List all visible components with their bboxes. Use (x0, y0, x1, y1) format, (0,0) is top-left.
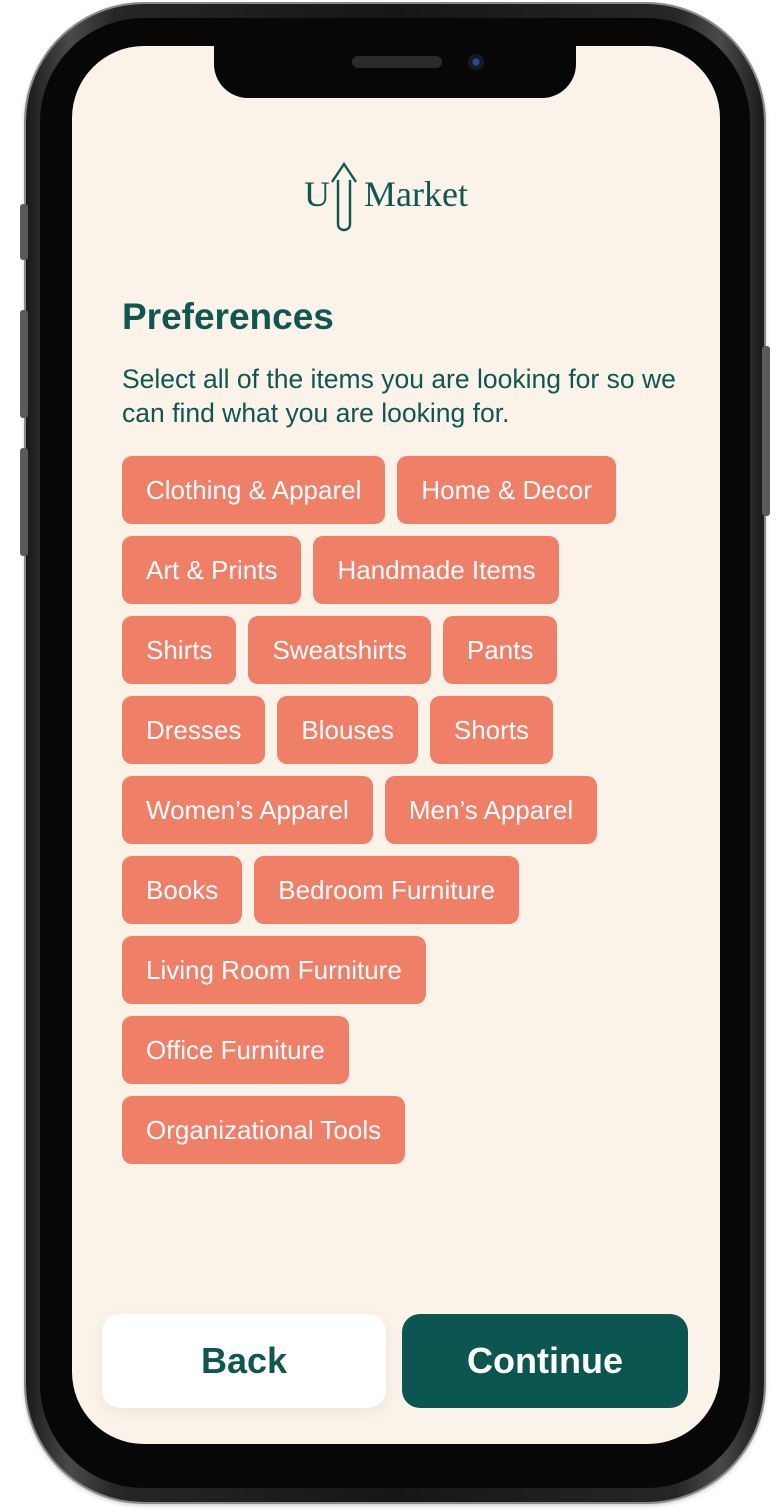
chip-home-decor[interactable]: Home & Decor (397, 456, 616, 524)
chip-organizational-tools[interactable]: Organizational Tools (122, 1096, 406, 1164)
chip-row: Books Bedroom Furniture (122, 856, 682, 924)
chip-living-room-furniture[interactable]: Living Room Furniture (122, 936, 426, 1004)
front-camera (468, 54, 484, 70)
back-button[interactable]: Back (102, 1314, 386, 1408)
notch (214, 46, 576, 98)
speaker-grille (352, 56, 442, 68)
chip-sweatshirts[interactable]: Sweatshirts (248, 616, 431, 684)
chip-art-prints[interactable]: Art & Prints (122, 536, 302, 604)
chip-row: Art & Prints Handmade Items (122, 536, 682, 604)
upmarket-logo: U Market (304, 161, 468, 232)
chip-clothing-apparel[interactable]: Clothing & Apparel (122, 456, 386, 524)
chip-row: Living Room Furniture (122, 936, 682, 1004)
logo-text-up: U (304, 174, 330, 214)
chip-shorts[interactable]: Shorts (429, 696, 554, 764)
power-button (762, 346, 770, 516)
page-title: Preferences (122, 296, 334, 337)
chip-office-furniture[interactable]: Office Furniture (122, 1016, 349, 1084)
chip-dresses[interactable]: Dresses (122, 696, 266, 764)
chip-blouses[interactable]: Blouses (277, 696, 418, 764)
silent-switch (20, 204, 28, 260)
chip-row: Office Furniture (122, 1016, 682, 1084)
chip-pants[interactable]: Pants (442, 616, 558, 684)
preference-chips: Clothing & Apparel Home & Decor Art & Pr… (122, 456, 682, 1176)
page-subtitle: Select all of the items you are looking … (122, 364, 676, 428)
logo-arrow-shaft (336, 180, 352, 232)
chip-books[interactable]: Books (122, 856, 243, 924)
chip-mens-apparel[interactable]: Men’s Apparel (384, 776, 598, 844)
chip-handmade-items[interactable]: Handmade Items (313, 536, 560, 604)
chip-row: Organizational Tools (122, 1096, 682, 1164)
chip-bedroom-furniture[interactable]: Bedroom Furniture (254, 856, 520, 924)
logo-arrow-head (331, 161, 357, 183)
chip-shirts[interactable]: Shirts (122, 616, 237, 684)
volume-down-button (20, 448, 28, 556)
volume-up-button (20, 310, 28, 418)
chip-row: Clothing & Apparel Home & Decor (122, 456, 682, 524)
chip-row: Shirts Sweatshirts Pants (122, 616, 682, 684)
chip-row: Dresses Blouses Shorts (122, 696, 682, 764)
chip-womens-apparel[interactable]: Women’s Apparel (122, 776, 373, 844)
continue-button[interactable]: Continue (402, 1314, 688, 1408)
chip-row: Women’s Apparel Men’s Apparel (122, 776, 682, 844)
screen: U Market Preferences Select all of the i… (72, 46, 720, 1444)
logo-text-market: Market (364, 174, 468, 214)
